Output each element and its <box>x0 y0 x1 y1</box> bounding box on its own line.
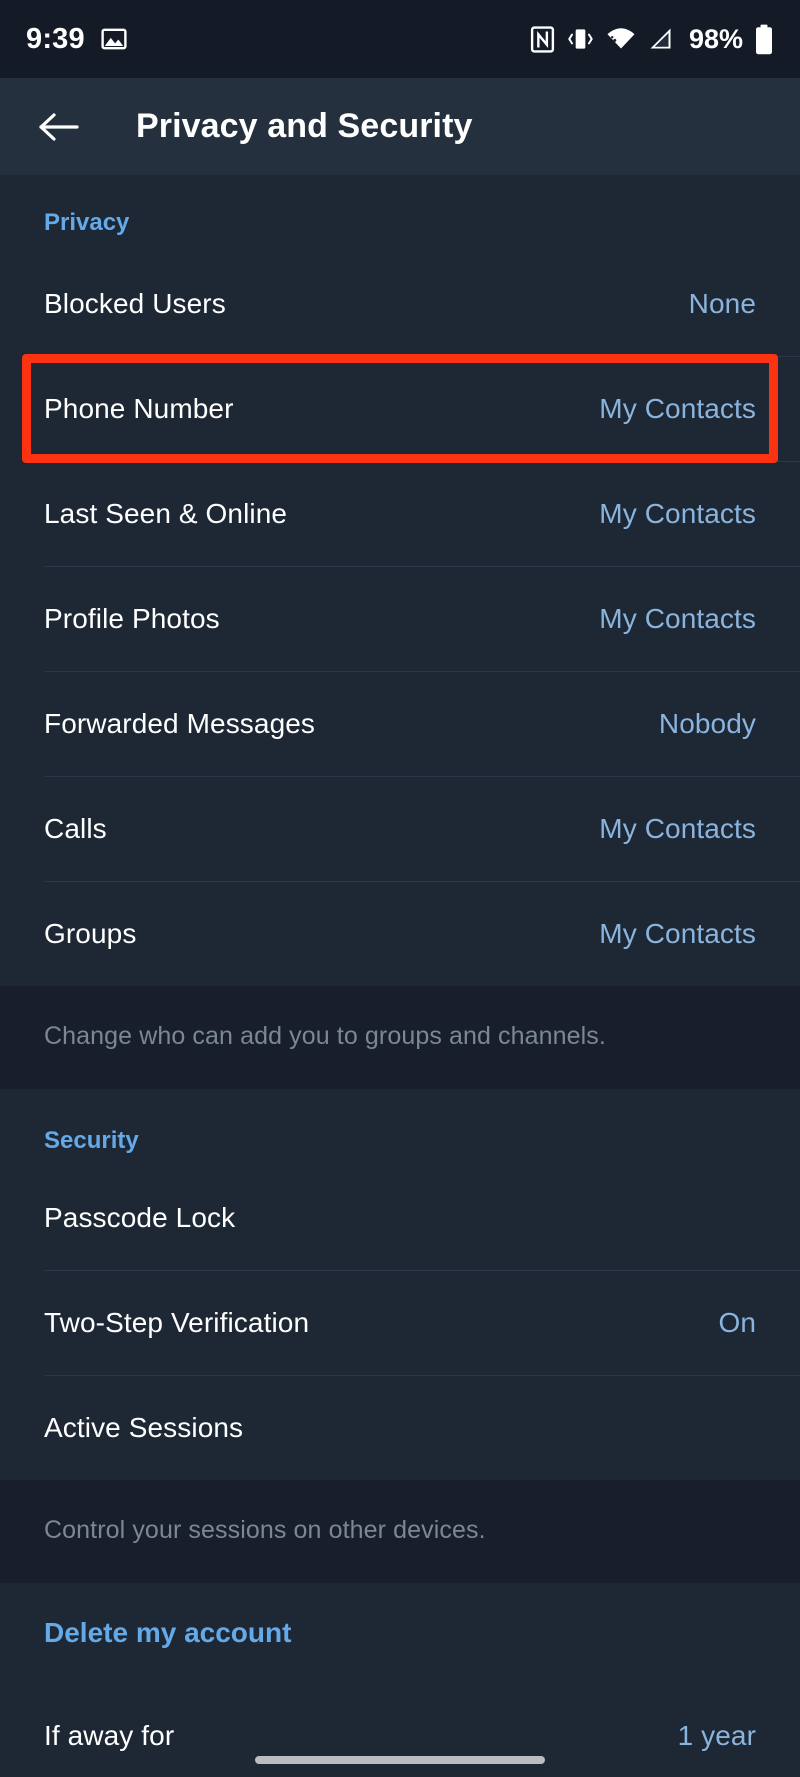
row-label: Forwarded Messages <box>44 707 316 739</box>
row-label: Active Sessions <box>44 1411 244 1443</box>
settings-content: Privacy Blocked Users None Phone Number … <box>0 175 800 1777</box>
row-value: On <box>718 1306 756 1338</box>
nfc-icon <box>530 25 555 53</box>
setting-row-active-sessions[interactable]: Active Sessions <box>0 1375 800 1480</box>
battery-icon <box>754 24 774 55</box>
section-header-privacy: Privacy <box>44 209 130 236</box>
setting-row-calls[interactable]: Calls My Contacts <box>0 776 800 881</box>
cellular-signal-icon <box>647 26 674 52</box>
setting-row-phone-number[interactable]: Phone Number My Contacts <box>0 356 800 461</box>
row-label: Passcode Lock <box>44 1201 236 1233</box>
section-header-security: Security <box>44 1127 139 1154</box>
status-bar: 9:39 98% <box>0 0 800 78</box>
row-value: My Contacts <box>599 392 756 424</box>
row-label: Last Seen & Online <box>44 497 288 529</box>
gesture-pill[interactable] <box>255 1756 545 1764</box>
row-label: Blocked Users <box>44 287 226 319</box>
vibrate-icon <box>566 26 595 52</box>
row-label: Calls <box>44 812 107 844</box>
back-button[interactable] <box>35 103 83 151</box>
row-label: Two-Step Verification <box>44 1306 310 1338</box>
row-value: My Contacts <box>599 602 756 634</box>
setting-row-passcode-lock[interactable]: Passcode Lock <box>0 1165 800 1270</box>
back-arrow-icon <box>38 111 80 143</box>
setting-row-two-step-verification[interactable]: Two-Step Verification On <box>0 1270 800 1375</box>
row-value: My Contacts <box>599 812 756 844</box>
row-label: Profile Photos <box>44 602 220 634</box>
privacy-section-caption: Change who can add you to groups and cha… <box>0 986 800 1089</box>
setting-row-blocked-users[interactable]: Blocked Users None <box>0 251 800 356</box>
row-value: None <box>688 287 756 319</box>
setting-row-groups[interactable]: Groups My Contacts <box>0 881 800 986</box>
phone-screen: 9:39 98% Privacy and Security Privacy Bl… <box>0 0 800 1777</box>
setting-row-forwarded-messages[interactable]: Forwarded Messages Nobody <box>0 671 800 776</box>
section-header-delete-my-account: Delete my account <box>0 1583 800 1683</box>
wifi-icon <box>606 26 636 52</box>
status-bar-right: 98% <box>530 24 774 55</box>
row-value: My Contacts <box>599 917 756 949</box>
security-section-caption: Control your sessions on other devices. <box>0 1480 800 1583</box>
delete-my-account-label: Delete my account <box>44 1617 292 1648</box>
page-title: Privacy and Security <box>136 107 473 145</box>
status-bar-left: 9:39 <box>26 23 127 56</box>
row-value: My Contacts <box>599 497 756 529</box>
row-label: Groups <box>44 917 137 949</box>
row-label: Phone Number <box>44 392 234 424</box>
app-header: Privacy and Security <box>0 78 800 175</box>
image-icon <box>101 26 127 52</box>
row-value: Nobody <box>658 707 756 739</box>
status-bar-clock: 9:39 <box>26 22 85 55</box>
android-gesture-bar <box>0 1743 800 1777</box>
battery-percentage-label: 98% <box>688 23 743 54</box>
setting-row-last-seen-and-online[interactable]: Last Seen & Online My Contacts <box>0 461 800 566</box>
setting-row-profile-photos[interactable]: Profile Photos My Contacts <box>0 566 800 671</box>
